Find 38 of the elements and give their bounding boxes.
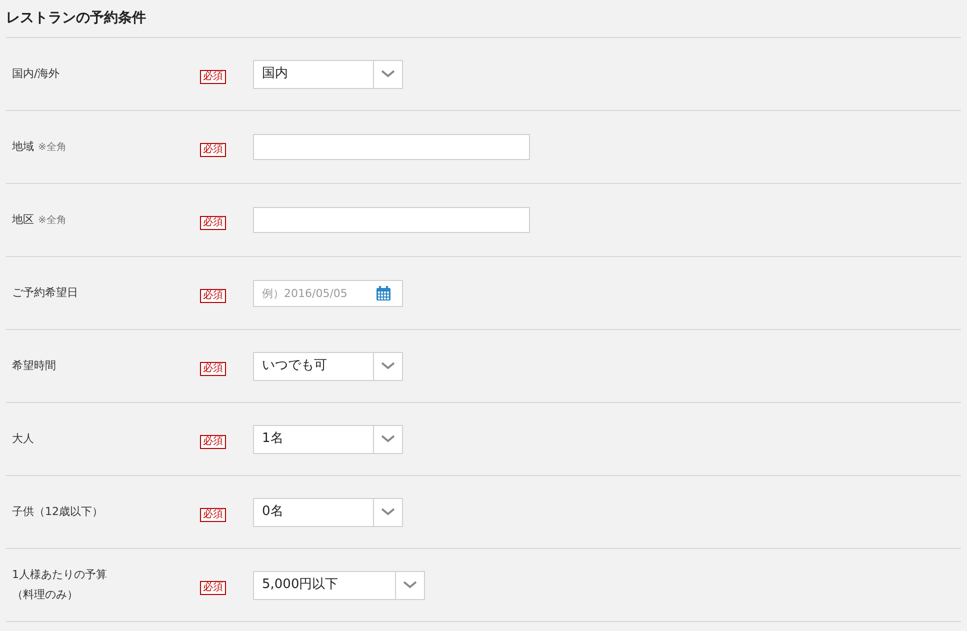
required-tag: 必須 xyxy=(200,143,226,157)
required-tag: 必須 xyxy=(200,362,226,376)
dropdown[interactable]: 5,000円以下 xyxy=(253,570,425,600)
chevron-down-icon xyxy=(403,581,417,589)
date-field[interactable]: 例）2016/05/05 xyxy=(253,280,403,306)
chevron-down-icon xyxy=(381,362,395,370)
dropdown-value: 0名 xyxy=(261,503,284,522)
dropdown-value: いつでも可 xyxy=(261,357,328,376)
text-field[interactable] xyxy=(253,207,530,233)
required-tag: 必須 xyxy=(200,289,226,303)
dropdown[interactable]: いつでも可 xyxy=(253,352,403,380)
chevron-down-icon xyxy=(381,508,395,516)
dropdown-value: 5,000円以下 xyxy=(261,576,340,594)
required-tag: 必須 xyxy=(200,508,226,522)
required-tag: 必須 xyxy=(200,435,226,449)
chevron-down-icon xyxy=(381,435,395,443)
field-note: ※全角 xyxy=(38,214,66,228)
required-tag: 必須 xyxy=(200,581,226,595)
field-note: ※全角 xyxy=(38,140,66,154)
chevron-down-icon xyxy=(381,70,395,78)
required-tag: 必須 xyxy=(200,70,226,84)
field-label: ご予約希望日 xyxy=(12,285,78,301)
field-label: 希望時間 xyxy=(12,358,56,374)
required-tag: 必須 xyxy=(200,216,226,230)
dropdown-value: 国内 xyxy=(261,65,289,84)
dropdown[interactable]: 1名 xyxy=(253,424,403,454)
text-field[interactable] xyxy=(253,134,530,160)
field-label: 1人様あたりの予算 （料理のみ） xyxy=(12,567,107,603)
dropdown[interactable]: 国内 xyxy=(253,60,403,88)
calendar-icon xyxy=(376,286,391,300)
field-label: 子供（12歳以下） xyxy=(12,504,103,520)
dropdown-value: 1名 xyxy=(261,430,284,448)
section-title: レストランの予約条件 xyxy=(6,9,147,28)
field-label: 地域 xyxy=(12,139,34,155)
field-label: 大人 xyxy=(12,431,34,447)
field-label: 地区 xyxy=(12,212,34,228)
dropdown[interactable]: 0名 xyxy=(253,498,403,526)
field-label: 国内/海外 xyxy=(12,66,60,82)
